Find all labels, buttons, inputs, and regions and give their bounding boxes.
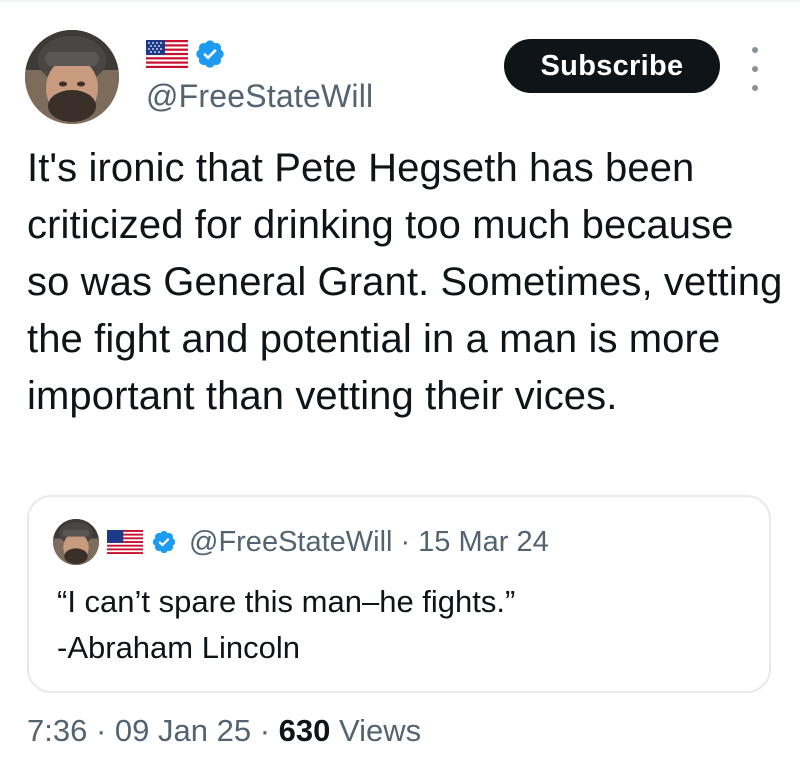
quoted-post-text: “I can’t spare this man–he fights.” -Abr…	[57, 579, 747, 671]
dot	[752, 47, 758, 53]
quoted-post-card[interactable]: @FreeStateWill · 15 Mar 24 “I can’t spar…	[27, 495, 771, 693]
quoted-author-avatar[interactable]	[53, 519, 99, 565]
verified-badge-icon[interactable]	[194, 38, 226, 70]
subscribe-button[interactable]: Subscribe	[504, 39, 720, 93]
quoted-text-line: -Abraham Lincoln	[57, 630, 300, 665]
separator-dot: ·	[251, 713, 279, 748]
author-avatar[interactable]	[25, 30, 119, 124]
dot	[752, 85, 758, 91]
author-badges	[146, 38, 226, 70]
us-flag-icon	[107, 530, 143, 554]
post-meta: 7:36 · 09 Jan 25 · 630 Views	[27, 713, 421, 749]
quoted-post-header: @FreeStateWill · 15 Mar 24	[53, 519, 549, 565]
separator-dot: ·	[87, 713, 115, 748]
separator-dot: ·	[400, 525, 411, 558]
dot	[752, 66, 758, 72]
more-vertical-icon[interactable]	[745, 47, 765, 91]
top-divider	[0, 0, 800, 2]
quoted-post-date[interactable]: 15 Mar 24	[418, 526, 549, 559]
us-flag-icon	[146, 40, 188, 68]
post-date[interactable]: 09 Jan 25	[115, 713, 251, 749]
post-time[interactable]: 7:36	[27, 713, 87, 749]
verified-badge-icon	[152, 530, 176, 554]
author-handle[interactable]: @FreeStateWill	[146, 78, 373, 115]
quoted-author-handle[interactable]: @FreeStateWill	[189, 526, 392, 559]
quoted-text-line: “I can’t spare this man–he fights.”	[57, 584, 516, 619]
views-count[interactable]: 630	[279, 713, 331, 749]
views-label: Views	[330, 713, 422, 748]
post-text: It's ironic that Pete Hegseth has been c…	[27, 146, 783, 418]
